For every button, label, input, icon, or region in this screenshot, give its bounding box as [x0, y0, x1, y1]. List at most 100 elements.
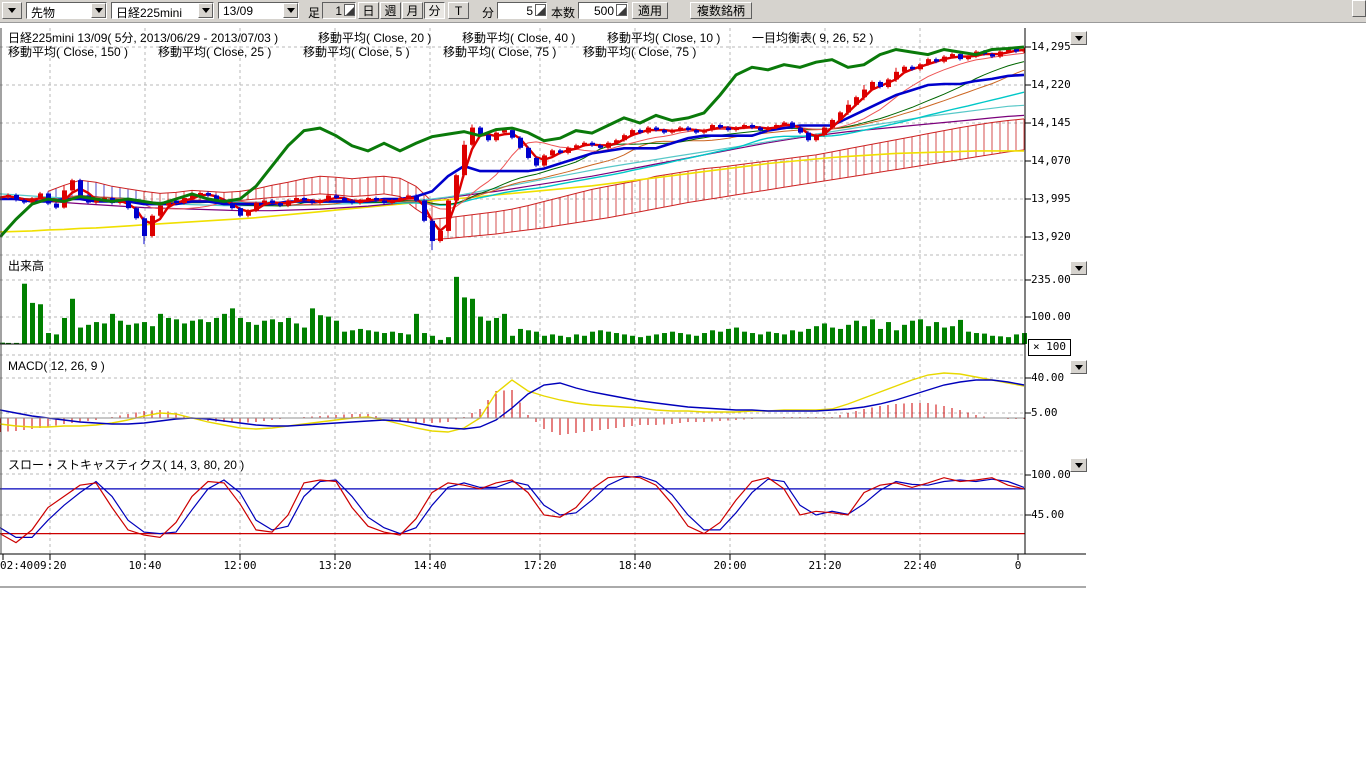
minute-value: 5 — [526, 4, 533, 18]
period-minute-button[interactable]: 分 — [424, 2, 445, 19]
price-axis-label-5: 13,920 — [1031, 230, 1071, 243]
volume-bar — [862, 326, 867, 344]
volume-bar — [270, 319, 275, 344]
contract-month-combobox[interactable]: 13/09 — [218, 2, 299, 19]
dropdown-arrow-icon[interactable] — [198, 3, 213, 18]
chevron-down-icon — [287, 8, 295, 13]
volume-bar — [518, 329, 523, 344]
volume-bar — [30, 303, 35, 344]
period-tick-button[interactable]: T — [448, 2, 469, 19]
volume-bar — [206, 322, 211, 344]
volume-axis-label-1: 100.00 — [1031, 310, 1071, 323]
dropdown-arrow-icon[interactable] — [91, 3, 106, 18]
volume-bar — [430, 336, 435, 344]
volume-bar — [142, 322, 147, 344]
macd-axis-label-0: 40.00 — [1031, 371, 1064, 384]
volume-bar — [750, 333, 755, 344]
volume-bar — [550, 334, 555, 344]
volume-bar — [974, 333, 979, 344]
volume-bar — [854, 321, 859, 344]
bar-count-label: 本数 — [551, 4, 575, 21]
volume-bar — [198, 319, 203, 344]
volume-bar — [414, 314, 419, 344]
legend-row2-item-2: 移動平均( Close, 5 ) — [303, 43, 410, 60]
volume-bar — [606, 332, 611, 344]
category-combobox[interactable]: 先物 — [26, 2, 107, 19]
volume-bar — [382, 333, 387, 344]
legend-row2-item-1: 移動平均( Close, 25 ) — [158, 43, 271, 60]
volume-bar — [222, 314, 227, 344]
volume-panel-dropdown-button[interactable] — [1070, 261, 1087, 275]
volume-bar — [998, 336, 1003, 344]
legend-row1-item-4: 一目均衡表( 9, 26, 52 ) — [752, 29, 873, 46]
volume-bar — [246, 322, 251, 344]
spinner-icon[interactable] — [616, 4, 627, 16]
volume-bar — [590, 332, 595, 344]
price-panel-dropdown-button[interactable] — [1070, 31, 1087, 45]
volume-bar — [46, 333, 51, 344]
contract-value: 13/09 — [223, 4, 253, 18]
period-month-button[interactable]: 月 — [402, 2, 423, 19]
multi-symbol-button[interactable]: 複数銘柄 — [690, 2, 752, 19]
minute-label: 分 — [482, 4, 494, 21]
volume-panel-label: 出来高 — [8, 257, 44, 274]
volume-bar — [342, 332, 347, 344]
volume-bar — [118, 321, 123, 344]
volume-bar — [582, 336, 587, 344]
volume-bar — [398, 333, 403, 344]
time-axis-label-3: 12:00 — [223, 559, 256, 572]
volume-bar — [478, 317, 483, 344]
volume-bar — [366, 330, 371, 344]
volume-bar — [190, 321, 195, 344]
volume-bar — [886, 322, 891, 344]
volume-bar — [38, 304, 43, 344]
stochastics-panel-dropdown-button[interactable] — [1070, 458, 1087, 472]
volume-bar — [150, 326, 155, 344]
spinner-icon[interactable] — [535, 4, 546, 16]
volume-bar — [254, 325, 259, 344]
volume-bar — [702, 333, 707, 344]
window-corner-grip — [1352, 0, 1366, 17]
chart-menu-dropdown-button[interactable] — [2, 2, 22, 19]
period-day-button[interactable]: 日 — [358, 2, 379, 19]
bar-interval-label: 足 — [308, 4, 320, 21]
volume-bar — [782, 334, 787, 344]
volume-bar — [942, 328, 947, 344]
bar-count-value: 500 — [594, 4, 614, 18]
time-axis-label-5: 14:40 — [413, 559, 446, 572]
main-toolbar: 先物 日経225mini 13/09 足 1 日 週 月 分 T 分 5 本数 … — [0, 0, 1366, 23]
stoch-axis-label-1: 45.00 — [1031, 508, 1064, 521]
price-axis-label-3: 14,070 — [1031, 154, 1071, 167]
volume-bar — [678, 333, 683, 344]
macd-panel-dropdown-button[interactable] — [1070, 360, 1087, 374]
macd-axis-label-1: 5.00 — [1031, 406, 1058, 419]
time-axis-label-4: 13:20 — [318, 559, 351, 572]
dropdown-arrow-icon[interactable] — [283, 3, 298, 18]
volume-bar — [22, 284, 27, 344]
volume-bar — [838, 329, 843, 344]
bar-count-input[interactable]: 500 — [578, 2, 628, 19]
symbol-value: 日経225mini — [116, 4, 182, 21]
apply-button[interactable]: 適用 — [632, 2, 668, 19]
bar-interval-input[interactable]: 1 — [322, 2, 356, 19]
volume-bar — [1014, 334, 1019, 344]
volume-bar — [62, 318, 67, 344]
volume-bar — [102, 323, 107, 344]
volume-bar — [622, 334, 627, 344]
volume-bar — [822, 323, 827, 344]
chevron-down-icon — [1075, 266, 1083, 271]
symbol-combobox[interactable]: 日経225mini — [111, 2, 214, 19]
volume-bar — [982, 334, 987, 344]
volume-bar — [214, 318, 219, 344]
volume-bar — [54, 334, 59, 344]
chevron-down-icon — [202, 8, 210, 13]
volume-bar — [294, 323, 299, 344]
volume-bar — [310, 308, 315, 344]
volume-bar — [758, 334, 763, 344]
volume-bar — [958, 320, 963, 344]
minute-value-input[interactable]: 5 — [497, 2, 547, 19]
volume-bar — [918, 319, 923, 344]
period-week-button[interactable]: 週 — [380, 2, 401, 19]
spinner-icon[interactable] — [344, 4, 355, 16]
volume-bar — [950, 326, 955, 344]
